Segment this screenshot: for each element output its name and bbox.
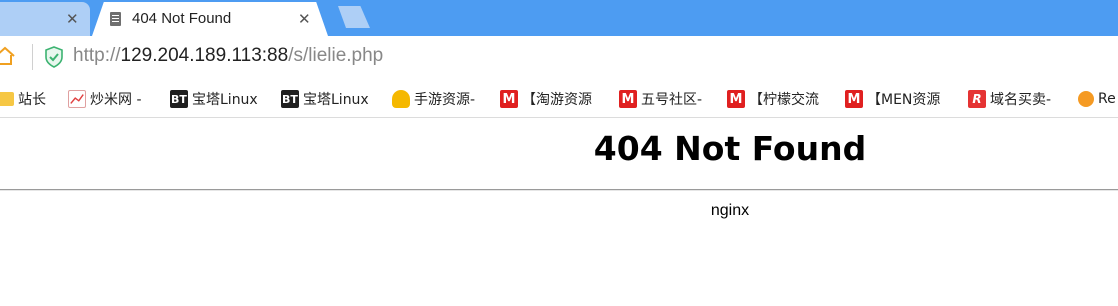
tab-active[interactable]: 404 Not Found ✕ <box>92 2 328 36</box>
bookmark-item[interactable]: M 【淘游资源 <box>500 89 592 109</box>
m-icon: M <box>727 90 745 108</box>
page-content: 404 Not Found nginx <box>0 119 1118 306</box>
domain-icon: R <box>968 90 986 108</box>
server-signature: nginx <box>710 202 750 219</box>
bookmark-item[interactable]: M 【柠檬交流 <box>727 89 819 109</box>
folder-icon <box>0 92 14 106</box>
page-heading: 404 Not Found <box>593 129 867 168</box>
bookmark-label: 域名买卖- <box>990 92 1052 108</box>
bookmark-item[interactable]: M 【MEN资源 <box>845 89 940 109</box>
home-icon[interactable] <box>0 46 16 66</box>
close-tab-icon[interactable]: ✕ <box>298 10 311 28</box>
bookmark-item[interactable]: 炒米网 - <box>68 89 142 109</box>
bookmark-label: Re <box>1098 91 1116 107</box>
bookmark-item[interactable]: 站长 <box>0 89 46 109</box>
page-icon <box>110 12 121 26</box>
bookmarks-bar: 站长 炒米网 - BT 宝塔Linux BT 宝塔Linux 手游资源- M 【… <box>0 78 1118 118</box>
bookmark-item[interactable]: R 域名买卖- <box>968 89 1051 109</box>
re-icon <box>1078 91 1094 107</box>
bookmark-label: 宝塔Linux <box>192 92 258 108</box>
bookmark-item[interactable]: Re <box>1078 89 1116 109</box>
separator <box>32 44 33 70</box>
bookmark-item[interactable]: M 五号社区- <box>619 89 702 109</box>
chart-icon <box>68 90 86 108</box>
url-scheme: http:// <box>73 45 121 66</box>
bookmark-label: 【MEN资源 <box>867 92 941 108</box>
m-icon: M <box>619 90 637 108</box>
bt-icon: BT <box>281 90 299 108</box>
bookmark-label: 五号社区- <box>641 92 703 108</box>
bookmark-item[interactable]: BT 宝塔Linux <box>170 89 258 109</box>
new-tab-button[interactable] <box>338 6 370 28</box>
bookmark-label: 手游资源- <box>414 92 476 108</box>
tab-inactive[interactable]: ✕ <box>0 2 90 36</box>
divider <box>0 189 1118 191</box>
bookmark-label: 炒米网 - <box>90 92 142 108</box>
trophy-icon <box>392 90 410 108</box>
bookmark-label: 站长 <box>18 92 46 108</box>
m-icon: M <box>500 90 518 108</box>
bt-icon: BT <box>170 90 188 108</box>
close-tab-icon[interactable]: ✕ <box>66 10 79 28</box>
bookmark-label: 【柠檬交流 <box>749 92 819 108</box>
url-input[interactable]: http://129.204.189.113:88/s/lielie.php <box>73 45 383 67</box>
tab-title: 404 Not Found <box>132 10 232 27</box>
secure-shield-icon[interactable] <box>44 46 64 68</box>
url-host: 129.204.189.113:88 <box>120 45 289 66</box>
m-icon: M <box>845 90 863 108</box>
bookmark-label: 【淘游资源 <box>522 92 592 108</box>
bookmark-label: 宝塔Linux <box>303 92 369 108</box>
bookmark-item[interactable]: 手游资源- <box>392 89 475 109</box>
bookmark-item[interactable]: BT 宝塔Linux <box>281 89 369 109</box>
url-path: /s/lielie.php <box>288 45 384 66</box>
address-bar: http://129.204.189.113:88/s/lielie.php <box>0 36 1118 78</box>
tab-strip: ✕ 404 Not Found ✕ <box>0 0 1118 36</box>
